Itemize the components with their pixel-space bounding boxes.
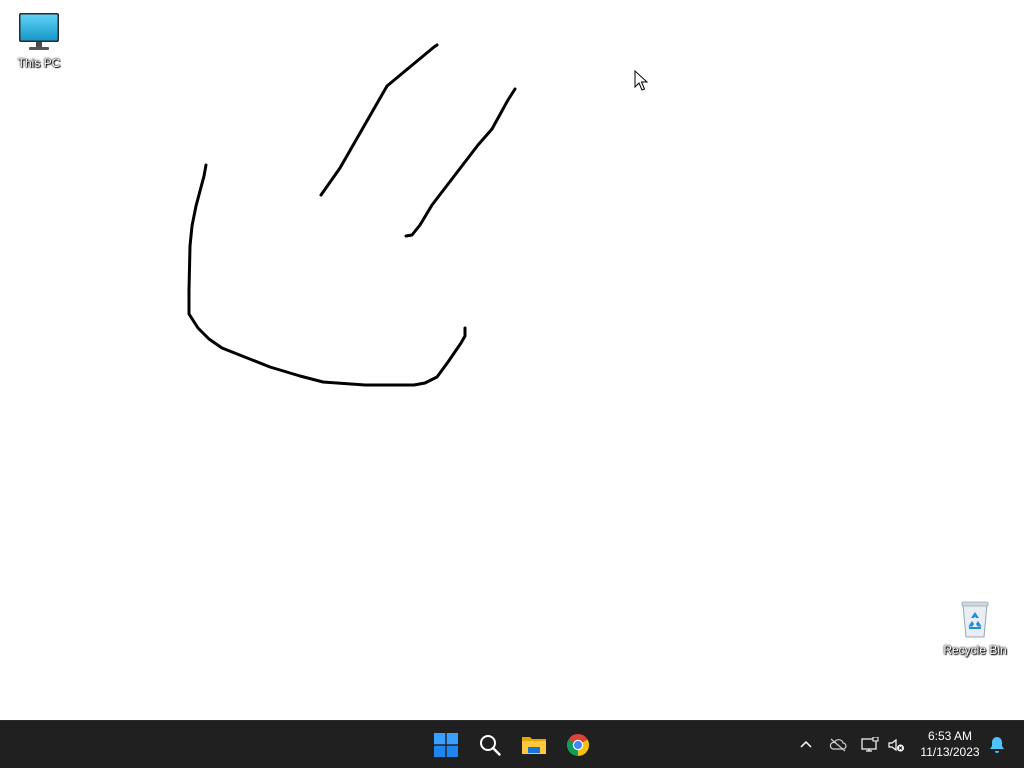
clock-date: 11/13/2023	[920, 745, 980, 759]
search-button[interactable]	[470, 725, 510, 765]
onedrive-off-icon	[829, 738, 847, 752]
freehand-drawing	[187, 43, 517, 387]
show-hidden-icons-button[interactable]	[792, 731, 820, 759]
folder-icon	[522, 737, 546, 754]
desktop-icon-label: This PC	[17, 56, 61, 70]
recycle-bin-icon	[961, 601, 989, 638]
start-button[interactable]	[426, 725, 466, 765]
desktop[interactable]: This PC Recycle Bin	[0, 0, 1024, 720]
onedrive-tray-button[interactable]	[824, 731, 852, 759]
notification-bell-icon	[990, 737, 1004, 753]
taskbar-clock[interactable]: 6:53 AM 11/13/2023	[912, 728, 988, 760]
network-icon	[861, 737, 879, 752]
network-tray-button[interactable]	[856, 731, 884, 759]
drawing-stroke	[404, 87, 517, 238]
drawing-stroke	[187, 163, 467, 387]
monitor-icon	[19, 13, 59, 50]
taskbar: 6:53 AM 11/13/2023	[0, 720, 1024, 768]
search-icon	[480, 735, 501, 756]
desktop-icon-this-pc[interactable]: This PC	[1, 10, 77, 70]
volume-muted-icon	[888, 738, 904, 752]
drawing-stroke	[319, 43, 439, 197]
desktop-icon-recycle-bin[interactable]: Recycle Bin	[937, 597, 1013, 657]
desktop-icon-label: Recycle Bin	[943, 643, 1007, 657]
windows-start-icon	[434, 733, 458, 757]
chevron-up-icon	[800, 740, 812, 748]
clock-time: 6:53 AM	[927, 729, 973, 743]
chrome-button[interactable]	[558, 725, 598, 765]
mouse-pointer-icon	[634, 70, 648, 91]
notification-center-button[interactable]	[986, 733, 1008, 757]
volume-tray-button[interactable]	[882, 731, 910, 759]
chrome-icon	[566, 734, 590, 756]
file-explorer-button[interactable]	[514, 725, 554, 765]
